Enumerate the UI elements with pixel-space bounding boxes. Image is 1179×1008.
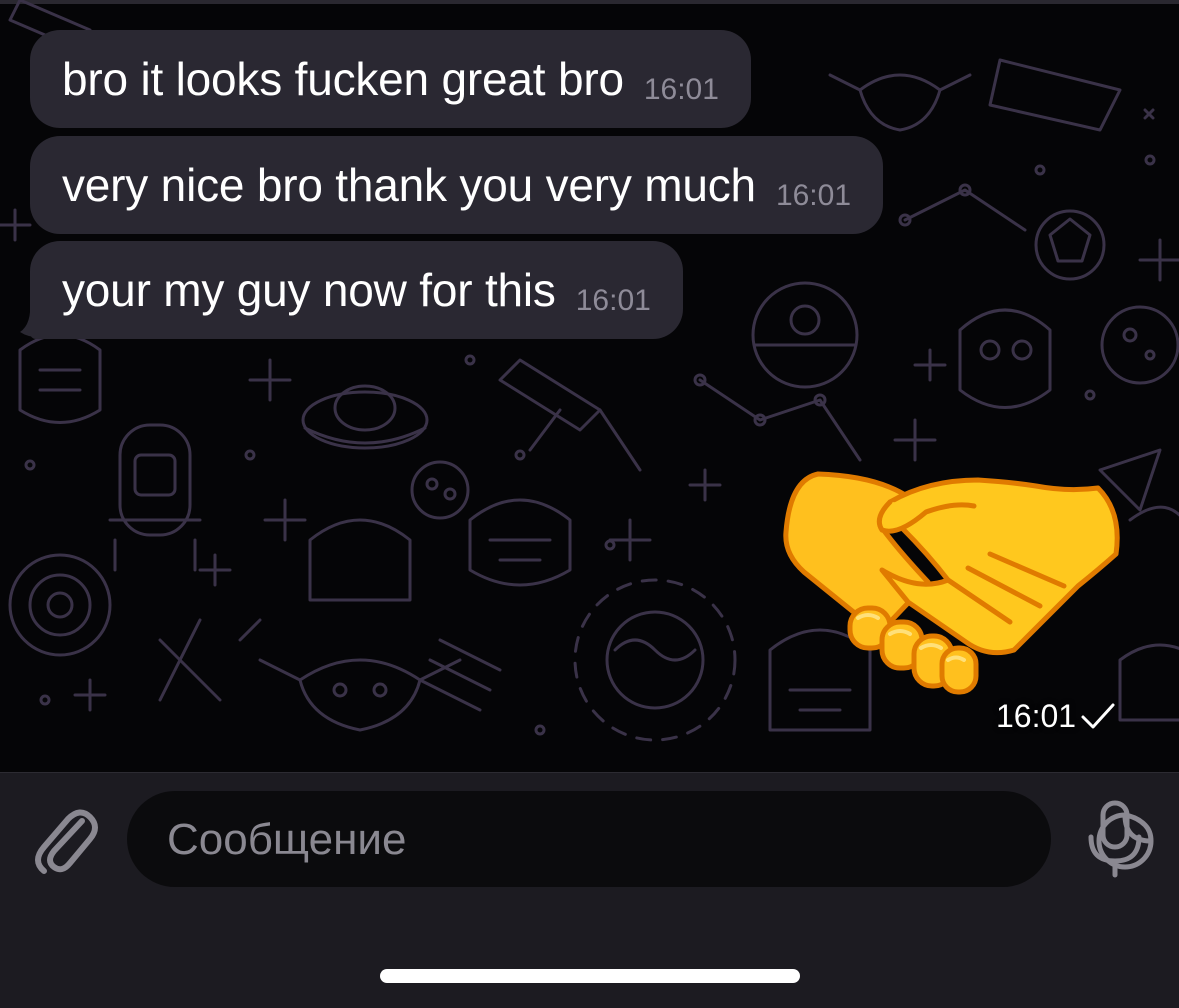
message-bubble[interactable]: very nice bro thank you very much 16:01 — [30, 136, 884, 234]
bubble-tail — [20, 300, 52, 338]
sticker-time: 16:01 — [996, 697, 1077, 734]
home-indicator[interactable] — [380, 969, 800, 983]
message-time: 16:01 — [643, 73, 719, 106]
handshake-icon[interactable] — [778, 462, 1128, 702]
sent-check-icon — [1081, 703, 1115, 729]
message-bubble[interactable]: bro it looks fucken great bro 16:01 — [30, 30, 751, 128]
message-input-container[interactable] — [127, 791, 1154, 889]
message-bubble[interactable]: your my guy now for this 16:01 — [30, 241, 683, 339]
message-time: 16:01 — [575, 284, 651, 317]
message-composer — [0, 772, 1179, 1008]
sticker-meta: 16:01 — [996, 696, 1116, 736]
message-text: bro it looks fucken great bro — [62, 53, 624, 105]
message-text: very nice bro thank you very much — [62, 159, 756, 211]
message-input[interactable] — [165, 791, 949, 889]
chat-area[interactable]: bro it looks fucken great bro 16:01 very… — [0, 0, 1179, 772]
message-time: 16:01 — [775, 179, 852, 212]
microphone-icon[interactable] — [1083, 799, 1147, 879]
message-text: your my guy now for this — [62, 264, 556, 316]
attach-icon[interactable] — [30, 799, 100, 877]
